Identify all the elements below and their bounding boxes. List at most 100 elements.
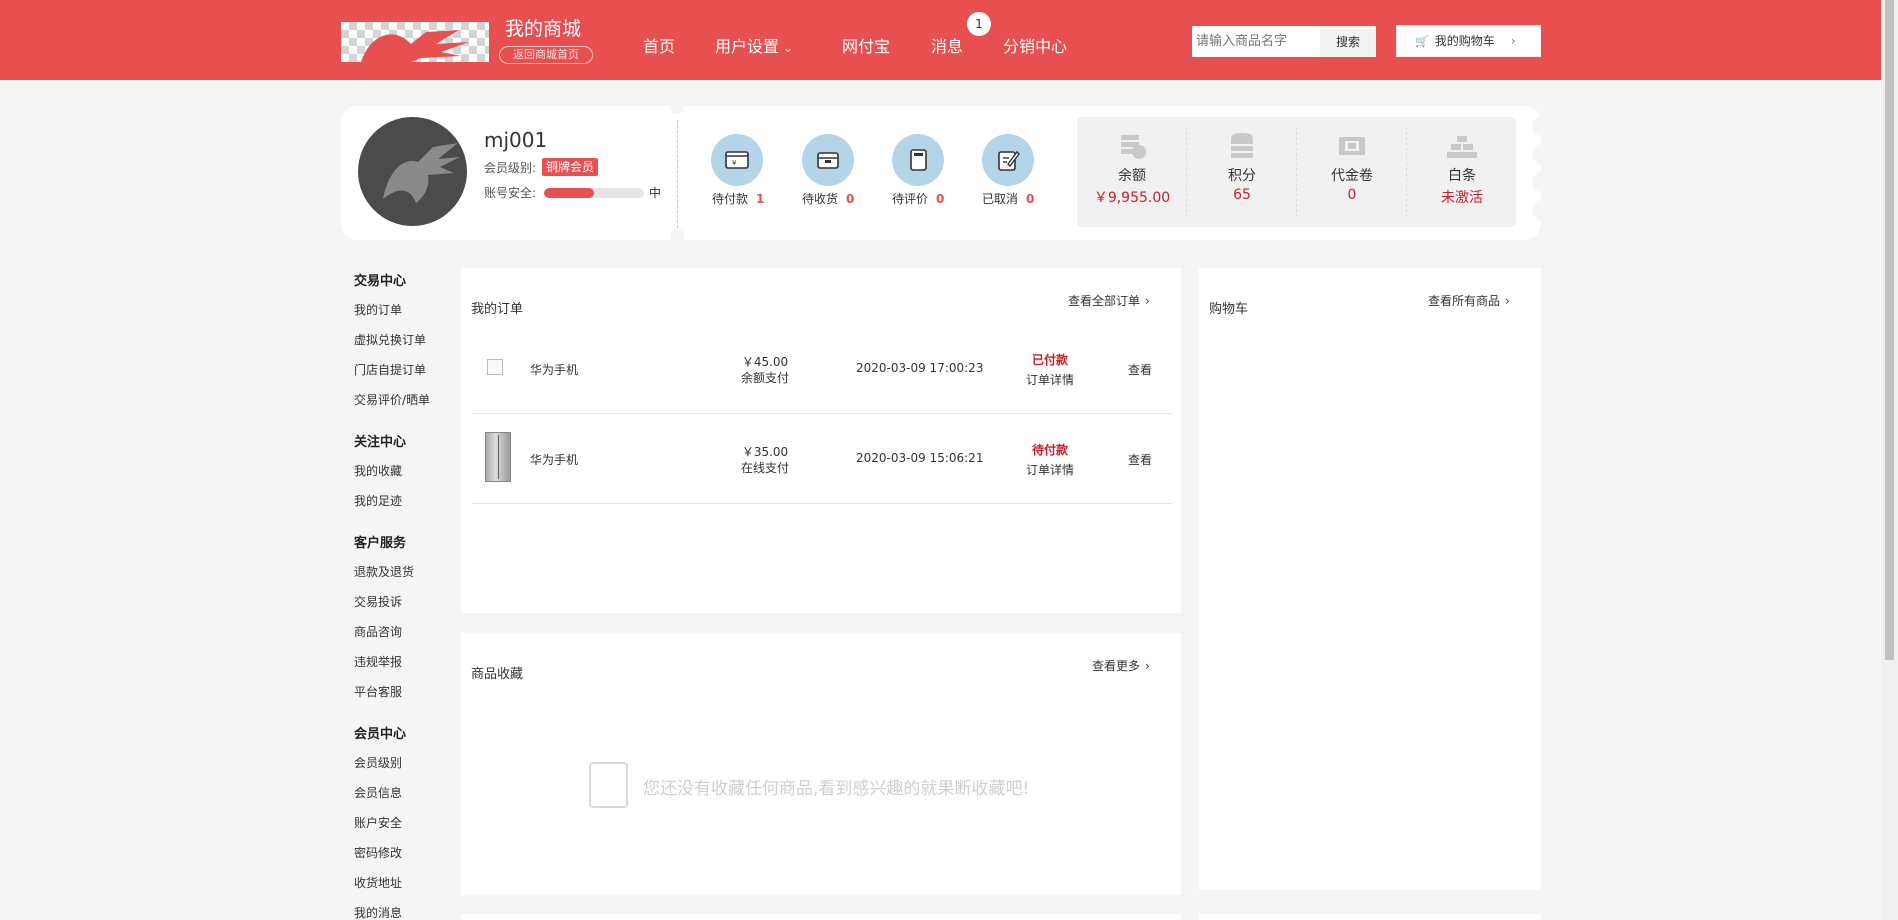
account-security-label: 账号安全: bbox=[484, 186, 537, 200]
shop-logo[interactable] bbox=[341, 22, 489, 62]
nav-wangfubao[interactable]: 网付宝 bbox=[842, 33, 890, 57]
asset-value: 未激活 bbox=[1441, 190, 1483, 206]
asset-voucher[interactable]: 代金卷 0 bbox=[1297, 117, 1407, 227]
order-status-label: 已取消 bbox=[982, 192, 1019, 206]
review-icon[interactable] bbox=[892, 134, 944, 186]
card-notch-top bbox=[670, 100, 684, 114]
cart-panel-title: 购物车 bbox=[1209, 302, 1249, 317]
asset-title: 白条 bbox=[1448, 168, 1476, 184]
asset-title: 代金卷 bbox=[1331, 168, 1373, 184]
order-status-cancelled[interactable]: 已取消 0 bbox=[982, 190, 1034, 207]
wallet-icon[interactable]: ¥ bbox=[711, 134, 763, 186]
menu-item-footprints[interactable]: 我的足迹 bbox=[354, 492, 402, 509]
menu-item-pickup-orders[interactable]: 门店自提订单 bbox=[354, 361, 426, 378]
asset-points[interactable]: 积分 65 bbox=[1187, 117, 1297, 227]
order-status-pending-receipt[interactable]: 待收货 0 bbox=[802, 190, 854, 207]
menu-item-inquiries[interactable]: 商品咨询 bbox=[354, 623, 402, 640]
edit-icon[interactable] bbox=[982, 134, 1034, 186]
svg-text:¥: ¥ bbox=[732, 159, 737, 167]
order-detail-link[interactable]: 订单详情 bbox=[1020, 371, 1080, 388]
security-level-text: 中 bbox=[649, 186, 662, 200]
chevron-right-icon: › bbox=[1510, 34, 1516, 48]
order-price: ￥35.00 bbox=[741, 445, 789, 459]
cart-panel bbox=[1199, 268, 1541, 890]
menu-item-member-info[interactable]: 会员信息 bbox=[354, 784, 402, 801]
order-view-link[interactable]: 查看 bbox=[1128, 451, 1152, 468]
nav-messages[interactable]: 消息 bbox=[931, 33, 963, 57]
menu-item-messages[interactable]: 我的消息 bbox=[354, 904, 402, 920]
menu-section-follow: 关注中心 bbox=[354, 435, 407, 450]
order-status-pending-payment[interactable]: 待付款 1 bbox=[712, 190, 764, 207]
order-status-label: 待评价 bbox=[892, 192, 929, 206]
chevron-down-icon: ⌄ bbox=[783, 41, 794, 55]
avatar[interactable] bbox=[358, 117, 467, 226]
order-status-pending-review[interactable]: 待评价 0 bbox=[892, 190, 944, 207]
menu-item-favorites[interactable]: 我的收藏 bbox=[354, 462, 402, 479]
asset-title: 积分 bbox=[1228, 168, 1256, 184]
order-view-link[interactable]: 查看 bbox=[1128, 361, 1152, 378]
asset-value: 65 bbox=[1233, 187, 1251, 203]
card-notch-bottom bbox=[670, 229, 684, 243]
order-pay-method: 余额支付 bbox=[740, 371, 789, 385]
view-all-cart-label: 查看所有商品 bbox=[1428, 294, 1501, 308]
member-level-badge: 铜牌会员 bbox=[542, 158, 599, 176]
favorites-empty-message: 您还没有收藏任何商品,看到感兴趣的就果断收藏吧! bbox=[643, 779, 1030, 799]
order-status-count: 1 bbox=[756, 192, 765, 206]
nav-user-settings[interactable]: 用户设置 ⌄ bbox=[715, 33, 793, 57]
gold-bars-icon bbox=[1407, 131, 1517, 161]
menu-item-reports[interactable]: 违规举报 bbox=[354, 653, 402, 670]
order-time: 2020-03-09 15:06:21 bbox=[856, 451, 984, 465]
chevron-right-icon: › bbox=[1505, 294, 1510, 308]
asset-baitiao[interactable]: 白条 未激活 bbox=[1407, 117, 1517, 227]
menu-item-virtual-orders[interactable]: 虚拟兑换订单 bbox=[354, 331, 426, 348]
menu-item-member-level[interactable]: 会员级别 bbox=[354, 754, 402, 771]
chevron-right-icon: › bbox=[1145, 294, 1150, 308]
scrollbar-thumb[interactable] bbox=[1885, 0, 1894, 660]
message-count-badge: 1 bbox=[967, 12, 991, 36]
username: mj001 bbox=[484, 128, 548, 152]
menu-item-address[interactable]: 收货地址 bbox=[354, 874, 402, 891]
shopping-bag-icon bbox=[589, 762, 628, 808]
cart-icon: 🛒 bbox=[1415, 35, 1429, 48]
nav-home[interactable]: 首页 bbox=[643, 33, 675, 57]
nav-distribution-center[interactable]: 分销中心 bbox=[1003, 33, 1067, 57]
order-product-name[interactable]: 华为手机 bbox=[530, 361, 578, 378]
next-panel-edge bbox=[461, 914, 1181, 920]
menu-item-complaints[interactable]: 交易投诉 bbox=[354, 593, 402, 610]
my-cart-label: 我的购物车 bbox=[1434, 34, 1495, 48]
search-button[interactable]: 搜索 bbox=[1320, 26, 1376, 57]
order-status: 待付款 bbox=[1031, 443, 1068, 457]
next-panel-edge bbox=[1199, 914, 1541, 920]
coins-icon bbox=[1077, 131, 1187, 161]
decorative-dot bbox=[1532, 200, 1552, 220]
shop-title: 我的商城 bbox=[505, 18, 582, 40]
menu-item-password[interactable]: 密码修改 bbox=[354, 844, 402, 861]
view-more-favorites-link[interactable]: 查看更多 › bbox=[1092, 657, 1150, 674]
package-icon[interactable] bbox=[802, 134, 854, 186]
back-home-link[interactable]: 返回商城首页 bbox=[499, 46, 593, 64]
menu-item-customer-service[interactable]: 平台客服 bbox=[354, 683, 402, 700]
member-level-label: 会员级别: bbox=[484, 161, 537, 175]
view-all-cart-link[interactable]: 查看所有商品 › bbox=[1428, 292, 1510, 309]
order-status-count: 0 bbox=[936, 192, 945, 206]
view-all-orders-link[interactable]: 查看全部订单 › bbox=[1068, 292, 1150, 309]
order-status-label: 待付款 bbox=[712, 192, 749, 206]
product-thumbnail[interactable] bbox=[485, 432, 511, 482]
order-detail-link[interactable]: 订单详情 bbox=[1020, 461, 1080, 478]
asset-title: 余额 bbox=[1118, 168, 1146, 184]
menu-item-account-security[interactable]: 账户安全 bbox=[354, 814, 402, 831]
my-cart-button[interactable]: 🛒 我的购物车 › bbox=[1396, 25, 1541, 57]
decorative-dot bbox=[1532, 172, 1552, 192]
favorites-panel bbox=[461, 633, 1181, 895]
page-scrollbar[interactable] bbox=[1881, 0, 1898, 920]
product-thumbnail[interactable] bbox=[487, 359, 503, 375]
menu-item-my-orders[interactable]: 我的订单 bbox=[354, 301, 402, 318]
search-input[interactable] bbox=[1192, 26, 1320, 57]
asset-balance[interactable]: 余额 ￥9,955.00 bbox=[1077, 117, 1187, 227]
order-product-name[interactable]: 华为手机 bbox=[530, 451, 578, 468]
order-status: 已付款 bbox=[1031, 353, 1068, 367]
security-progress-bar bbox=[544, 188, 644, 198]
menu-item-refunds[interactable]: 退款及退货 bbox=[354, 563, 414, 580]
menu-item-reviews[interactable]: 交易评价/晒单 bbox=[354, 391, 430, 408]
security-progress-fill bbox=[544, 188, 594, 198]
